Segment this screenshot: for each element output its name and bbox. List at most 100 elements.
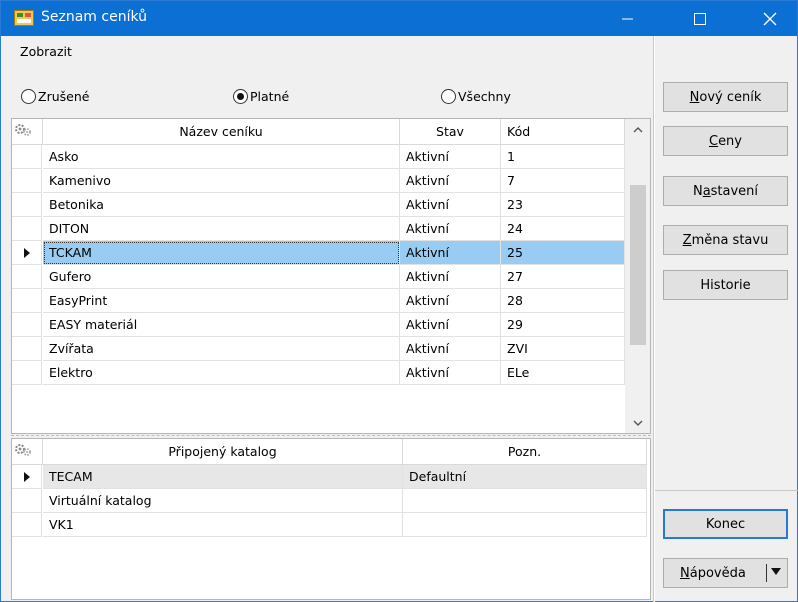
table-row[interactable]: Betonika Aktivní 23: [12, 193, 625, 217]
button-label-start: N: [692, 183, 703, 199]
cell-kod[interactable]: 7: [501, 169, 625, 193]
new-pricelist-button[interactable]: Nový ceník: [663, 82, 788, 112]
row-selector[interactable]: [12, 513, 42, 537]
button-label: stavení: [710, 183, 759, 199]
cell-stav[interactable]: Aktivní: [400, 145, 501, 169]
change-status-button[interactable]: Změna stavu: [663, 225, 788, 255]
column-chooser-header[interactable]: [12, 439, 43, 465]
column-header-stav[interactable]: Stav: [400, 119, 501, 145]
radio-vsechny[interactable]: Všechny: [441, 89, 511, 104]
row-selector[interactable]: [12, 241, 42, 265]
row-selector[interactable]: [12, 361, 42, 385]
scrollbar-thumb[interactable]: [630, 184, 646, 345]
cell-nazev[interactable]: DITON: [43, 217, 400, 241]
cell-stav[interactable]: Aktivní: [400, 265, 501, 289]
cell-kod[interactable]: 27: [501, 265, 625, 289]
cell-stav[interactable]: Aktivní: [400, 337, 501, 361]
history-button[interactable]: Historie: [663, 270, 788, 300]
scroll-down-button[interactable]: [625, 413, 650, 433]
table-row[interactable]: Gufero Aktivní 27: [12, 265, 625, 289]
table-row[interactable]: EasyPrint Aktivní 28: [12, 289, 625, 313]
chevron-up-icon: [633, 126, 643, 132]
cell-pozn[interactable]: [403, 513, 647, 537]
cell-nazev[interactable]: Betonika: [43, 193, 400, 217]
radio-zrusene[interactable]: Zrušené: [21, 89, 89, 104]
table-row[interactable]: Zvířata Aktivní ZVI: [12, 337, 625, 361]
split-separator: [766, 564, 767, 582]
help-split-button[interactable]: Nápověda: [663, 558, 788, 588]
column-header-pozn[interactable]: Pozn.: [403, 439, 647, 465]
window: Seznam ceníků Zobrazit Zrušené Platné Vš…: [0, 0, 798, 602]
radio-label: Zrušené: [38, 89, 90, 104]
row-selector[interactable]: [12, 169, 42, 193]
row-selector[interactable]: [12, 145, 42, 169]
minimize-button[interactable]: [601, 1, 655, 36]
close-button[interactable]: Konec: [663, 509, 788, 539]
table-row[interactable]: EASY materiál Aktivní 29: [12, 313, 625, 337]
column-header-katalog[interactable]: Připojený katalog: [43, 439, 403, 465]
cell-nazev[interactable]: Gufero: [43, 265, 400, 289]
cell-stav[interactable]: Aktivní: [400, 193, 501, 217]
cell-pozn[interactable]: [403, 489, 647, 513]
maximize-button[interactable]: [673, 1, 727, 36]
cell-katalog[interactable]: TECAM: [43, 465, 403, 489]
cell-kod[interactable]: 28: [501, 289, 625, 313]
cell-nazev[interactable]: EasyPrint: [43, 289, 400, 313]
button-label: měna stavu: [691, 232, 769, 248]
dropdown-arrow-icon[interactable]: [771, 568, 781, 575]
cell-kod[interactable]: 24: [501, 217, 625, 241]
access-key: N: [680, 565, 690, 581]
cell-stav[interactable]: Aktivní: [400, 169, 501, 193]
cell-stav[interactable]: Aktivní: [400, 361, 501, 385]
cell-kod[interactable]: 25: [501, 241, 625, 265]
table-row[interactable]: DITON Aktivní 24: [12, 217, 625, 241]
row-selector[interactable]: [12, 489, 42, 513]
table-row[interactable]: Asko Aktivní 1: [12, 145, 625, 169]
table-row[interactable]: Kamenivo Aktivní 7: [12, 169, 625, 193]
radio-platne[interactable]: Platné: [233, 89, 289, 104]
table-row[interactable]: TECAM Defaultní: [12, 465, 647, 489]
cell-nazev[interactable]: TCKAM: [43, 241, 400, 265]
cell-stav[interactable]: Aktivní: [400, 241, 501, 265]
cell-nazev[interactable]: Kamenivo: [43, 169, 400, 193]
cell-kod[interactable]: ZVI: [501, 337, 625, 361]
cell-nazev[interactable]: EASY materiál: [43, 313, 400, 337]
cell-stav[interactable]: Aktivní: [400, 217, 501, 241]
cell-kod[interactable]: 23: [501, 193, 625, 217]
cell-stav[interactable]: Aktivní: [400, 313, 501, 337]
table-row[interactable]: Virtuální katalog: [12, 489, 647, 513]
row-selector[interactable]: [12, 313, 42, 337]
table-row[interactable]: Elektro Aktivní ELe: [12, 361, 625, 385]
cell-nazev[interactable]: Elektro: [43, 361, 400, 385]
row-selector[interactable]: [12, 265, 42, 289]
column-header-kod[interactable]: Kód: [501, 119, 625, 145]
table-row[interactable]: TCKAM Aktivní 25: [12, 241, 625, 265]
cell-katalog[interactable]: Virtuální katalog: [43, 489, 403, 513]
vertical-scrollbar[interactable]: [625, 119, 650, 433]
cell-pozn[interactable]: Defaultní: [403, 465, 647, 489]
row-selector[interactable]: [12, 465, 42, 489]
cell-kod[interactable]: 1: [501, 145, 625, 169]
radio-circle: [21, 89, 36, 104]
radio-dot: [237, 93, 244, 100]
window-title: Seznam ceníků: [41, 9, 148, 25]
row-selector[interactable]: [12, 193, 42, 217]
settings-button[interactable]: Na stavení: [663, 176, 788, 206]
row-selector[interactable]: [12, 289, 42, 313]
cell-kod[interactable]: 29: [501, 313, 625, 337]
close-window-button[interactable]: [743, 1, 797, 36]
cell-nazev[interactable]: Asko: [43, 145, 400, 169]
radio-label: Všechny: [458, 89, 511, 104]
row-selector[interactable]: [12, 337, 42, 361]
cell-katalog[interactable]: VK1: [43, 513, 403, 537]
prices-button[interactable]: Ceny: [663, 126, 788, 156]
cell-kod[interactable]: ELe: [501, 361, 625, 385]
column-chooser-header[interactable]: [12, 119, 43, 145]
scroll-up-button[interactable]: [625, 119, 650, 139]
cell-stav[interactable]: Aktivní: [400, 289, 501, 313]
row-selector[interactable]: [12, 217, 42, 241]
button-label: eny: [718, 133, 742, 149]
cell-nazev[interactable]: Zvířata: [43, 337, 400, 361]
column-header-nazev[interactable]: Název ceníku: [43, 119, 400, 145]
table-row[interactable]: VK1: [12, 513, 647, 537]
